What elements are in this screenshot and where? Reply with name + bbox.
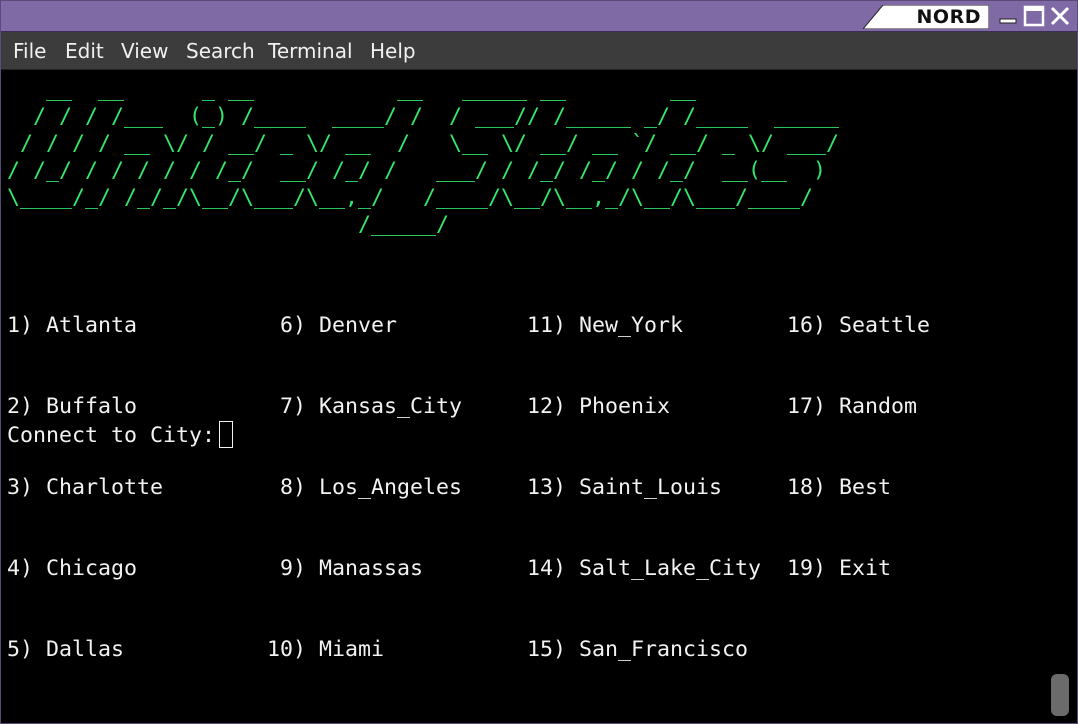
terminal-area[interactable]: __ __ _ __ __ _____ __ __ / / / /___ (_)… <box>1 70 1077 723</box>
city-option: 15) San_Francisco <box>527 637 749 662</box>
city-column-2: 6) Denver 7) Kansas_City 8) Los_Angeles … <box>267 258 462 717</box>
city-option: 17) Random <box>787 394 918 419</box>
city-option: 11) New_York <box>527 313 684 338</box>
banner-line: \____/_/ /_/_/\__/\___/\__,_/ /____/\__/… <box>7 185 814 210</box>
menu-help[interactable]: Help <box>370 39 416 63</box>
maximize-button[interactable] <box>1023 5 1045 27</box>
menu-bar: File Edit View Search Terminal Help <box>1 32 1077 70</box>
city-option: 19) Exit <box>787 556 892 581</box>
city-option: 12) Phoenix <box>527 394 671 419</box>
city-option: 9) Manassas <box>267 556 424 581</box>
city-column-3: 11) New_York 12) Phoenix 13) Saint_Louis… <box>527 258 761 717</box>
city-option: 1) Atlanta <box>7 313 138 338</box>
title-bar[interactable]: NORD <box>1 1 1077 32</box>
city-option: 2) Buffalo <box>7 394 138 419</box>
city-option: 16) Seattle <box>787 313 931 338</box>
prompt-label: Connect to City: <box>7 423 216 448</box>
menu-file[interactable]: File <box>13 39 46 63</box>
minimize-button[interactable] <box>997 5 1019 27</box>
menu-terminal[interactable]: Terminal <box>268 39 353 63</box>
close-button[interactable] <box>1049 5 1071 27</box>
city-option: 7) Kansas_City <box>267 394 463 419</box>
menu-search[interactable]: Search <box>186 39 255 63</box>
city-option: 13) Saint_Louis <box>527 475 723 500</box>
city-option: 14) Salt_Lake_City <box>527 556 762 581</box>
menu-view[interactable]: View <box>121 39 168 63</box>
city-option: 6) Denver <box>267 313 398 338</box>
window-title-tab: NORD <box>863 5 989 29</box>
city-column-4: 16) Seattle 17) Random 18) Best 19) Exit <box>787 258 930 636</box>
banner-line: /_____/ <box>7 212 450 237</box>
city-option: 10) Miami <box>267 637 385 662</box>
city-option: 4) Chicago <box>7 556 138 581</box>
scrollbar-thumb[interactable] <box>1051 674 1069 716</box>
maximize-icon <box>1023 5 1045 27</box>
window-title: NORD <box>916 6 981 28</box>
city-option: 18) Best <box>787 475 892 500</box>
minimize-icon <box>999 18 1017 24</box>
banner-line: / /_/ / / / / / /_/ __/ /_/ / ___/ / /_/… <box>7 158 827 183</box>
banner-line: __ __ _ __ __ _____ __ __ <box>7 77 697 102</box>
menu-edit[interactable]: Edit <box>65 39 104 63</box>
text-cursor[interactable] <box>219 421 234 448</box>
close-icon <box>1050 6 1070 26</box>
banner-line: / / / / __ \/ / __/ _ \/ __ / \__ \/ __/… <box>7 131 840 156</box>
terminal-window: NORD File Edit View Search Terminal Help <box>0 0 1078 724</box>
banner-line: / / / /___ (_) /____ ____/ / / ___// /__… <box>7 104 840 129</box>
city-option: 3) Charlotte <box>7 475 164 500</box>
city-column-1: 1) Atlanta 2) Buffalo 3) Charlotte 4) Ch… <box>7 258 163 717</box>
city-option: 5) Dallas <box>7 637 125 662</box>
ascii-banner: __ __ _ __ __ _____ __ __ / / / /___ (_)… <box>7 76 839 238</box>
city-prompt[interactable]: Connect to City: <box>7 421 234 449</box>
city-option: 8) Los_Angeles <box>267 475 463 500</box>
